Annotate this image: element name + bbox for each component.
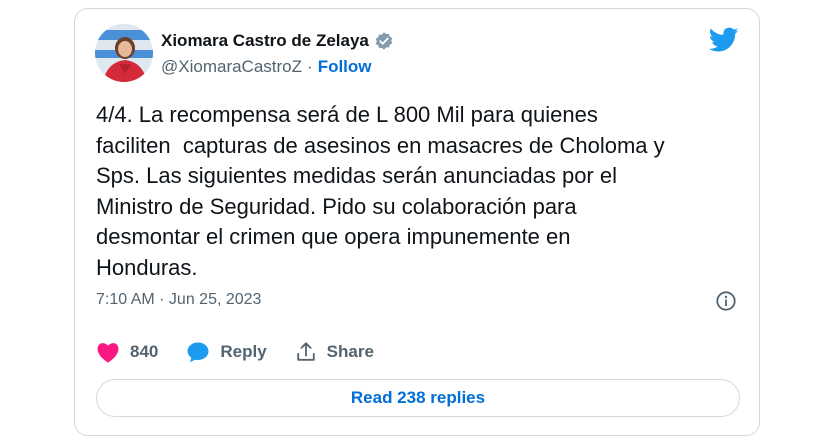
tweet-text: 4/4. La recompensa será de L 800 Mil par… xyxy=(96,102,665,280)
author-name-row: Xiomara Castro de Zelaya xyxy=(161,31,394,51)
heart-icon xyxy=(97,343,119,363)
tweet-card: Xiomara Castro de Zelaya @XiomaraCastroZ… xyxy=(74,8,760,436)
reply-bubble-icon xyxy=(187,342,209,363)
reply-button[interactable]: Reply xyxy=(186,340,267,364)
reply-label: Reply xyxy=(220,342,267,361)
read-replies-button[interactable]: Read 238 replies xyxy=(96,379,740,417)
tweet-actions: 840 Reply Share xyxy=(96,340,402,364)
verified-badge-icon xyxy=(374,31,394,51)
share-icon xyxy=(296,342,315,361)
share-button[interactable]: Share xyxy=(295,341,374,363)
follow-link[interactable]: Follow xyxy=(318,57,372,77)
avatar[interactable] xyxy=(95,24,153,82)
like-button[interactable]: 840 xyxy=(96,341,158,363)
tweet-timestamp[interactable]: 7:10 AM · Jun 25, 2023 xyxy=(96,291,261,309)
author-handle[interactable]: @XiomaraCastroZ xyxy=(161,57,302,77)
info-icon[interactable] xyxy=(715,290,737,312)
share-label: Share xyxy=(326,342,374,361)
author-handle-row: @XiomaraCastroZ · Follow xyxy=(161,57,372,77)
twitter-bird-icon[interactable] xyxy=(708,27,739,53)
author-display-name[interactable]: Xiomara Castro de Zelaya xyxy=(161,31,369,51)
like-count: 840 xyxy=(130,342,159,361)
handle-separator: · xyxy=(307,57,313,76)
